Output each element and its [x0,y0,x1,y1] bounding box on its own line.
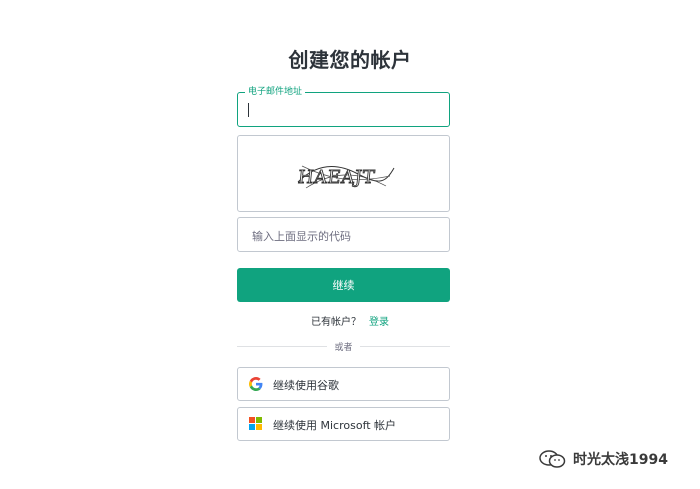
captcha-graphic: HAEAJT [296,165,395,188]
captcha-code-input[interactable]: 输入上面显示的代码 [237,217,450,252]
google-logo-icon [249,377,263,391]
microsoft-button-label: 继续使用 Microsoft 帐户 [273,419,397,432]
email-label: 电子邮件地址 [245,86,306,98]
text-caret [248,103,249,117]
divider-right [360,346,450,347]
have-account-line: 已有帐户？ 登录 [0,313,700,328]
wechat-icon [539,450,566,468]
code-placeholder: 输入上面显示的代码 [252,230,351,243]
microsoft-logo-icon [249,417,263,431]
continue-with-google-button[interactable]: 继续使用谷歌 [237,367,450,401]
divider-text: 或者 [334,343,353,353]
have-account-text: 已有帐户？ [311,317,361,328]
page-title: 创建您的帐户 [288,48,412,72]
captcha-image: HAEAJT [237,135,450,212]
divider-left [237,346,327,347]
continue-button[interactable]: 继续 [237,268,450,302]
login-link[interactable]: 登录 [369,317,389,328]
google-button-label: 继续使用谷歌 [273,379,339,392]
watermark-text: 时光太浅1994 [573,452,668,468]
watermark: 时光太浅1994 [538,448,688,470]
continue-with-microsoft-button[interactable]: 继续使用 Microsoft 帐户 [237,407,450,441]
captcha-text: HAEAJT [297,167,376,188]
email-field[interactable]: 电子邮件地址 [237,86,450,127]
